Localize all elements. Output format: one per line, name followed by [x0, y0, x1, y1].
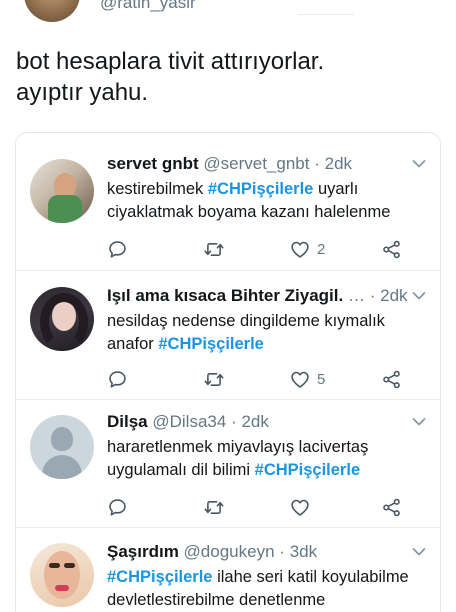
reply-author-name[interactable]: Dilşa: [107, 412, 148, 431]
share-button[interactable]: [381, 367, 402, 391]
share-button[interactable]: [381, 237, 402, 261]
share-icon: [383, 370, 400, 388]
retweet-button[interactable]: [203, 237, 225, 261]
chevron-down-icon[interactable]: [412, 291, 426, 301]
header-divider: [298, 14, 354, 15]
reply-text-line: hararetlenmek miyavlayış lacivertaş: [107, 438, 369, 456]
tweet-text: bot hesaplara tivit attırıyorlar. ayıptı…: [16, 46, 440, 108]
like-count: 5: [317, 370, 326, 388]
author-handle[interactable]: @ratin_yasir: [100, 0, 196, 13]
reply-divider: [16, 270, 440, 271]
reply-icon: [109, 498, 126, 516]
avatar[interactable]: [30, 159, 94, 223]
retweet-button[interactable]: [203, 367, 225, 391]
separator-dot: ·: [231, 412, 237, 431]
heart-icon: [291, 371, 309, 388]
hashtag-link[interactable]: #CHPişçilerle: [255, 461, 360, 479]
reply-divider: [16, 399, 440, 400]
tweet-text-line-2: ayıptır yahu.: [16, 79, 149, 106]
reply-text-line: #CHPişçilerle ilahe seri katil koyulabil…: [107, 568, 409, 586]
like-button[interactable]: 2: [289, 237, 325, 261]
author-avatar[interactable]: [24, 0, 80, 22]
like-button[interactable]: [289, 495, 317, 519]
reply-author-name[interactable]: Işıl ama kısaca Bihter Ziyagil.: [107, 286, 343, 305]
reply-author-handle[interactable]: …: [348, 286, 365, 305]
retweet-icon: [204, 242, 224, 256]
reply-text-line: anafor #CHPişçilerle: [107, 335, 264, 353]
hashtag-link[interactable]: #CHPişçilerle: [158, 335, 263, 353]
separator-dot: ·: [279, 542, 285, 561]
top-header: @ratin_yasir: [0, 0, 456, 30]
avatar[interactable]: [30, 287, 94, 351]
separator-dot: ·: [314, 154, 320, 173]
reply-text-line: devletlestirebilme denetlenme: [107, 591, 326, 609]
reply-text-line: nesildaş nedense dingildeme kıymalık: [107, 312, 385, 330]
reply-text-line: uygulamalı dil bilimi #CHPişçilerle: [107, 461, 361, 479]
separator-dot: ·: [369, 286, 376, 305]
reply-button[interactable]: [107, 237, 128, 261]
reply-timestamp[interactable]: 3dk: [290, 542, 317, 561]
chevron-down-icon[interactable]: [412, 159, 426, 169]
reply-timestamp[interactable]: 2dk: [241, 412, 268, 431]
reply-icon: [109, 370, 126, 388]
reply-text: nesildaş nedense dingildeme kıymalık ana…: [107, 310, 433, 356]
heart-icon: [291, 241, 309, 258]
reply-author-name[interactable]: servet gnbt: [107, 154, 199, 173]
reply-actions: 5: [107, 367, 407, 391]
reply-author-name[interactable]: Şaşırdım: [107, 542, 179, 561]
retweet-icon: [204, 372, 224, 386]
share-button[interactable]: [381, 495, 402, 519]
share-icon: [383, 498, 400, 516]
tweet-text-line-1: bot hesaplara tivit attırıyorlar.: [16, 48, 325, 75]
like-count: 2: [317, 240, 326, 258]
reply-header: Dilşa @Dilsa34 · 2dk: [107, 411, 427, 433]
reply-button[interactable]: [107, 367, 128, 391]
reply-text-line: ciyaklatmak boyama kazanı halelenme: [107, 203, 391, 221]
hashtag-link[interactable]: #CHPişçilerle: [208, 180, 313, 198]
reply-text-line: kestirebilmek #CHPişçilerle uyarlı: [107, 180, 359, 198]
reply-header: Şaşırdım @dogukeyn · 3dk: [107, 541, 427, 563]
reply-author-handle[interactable]: @Dilsa34: [152, 412, 226, 431]
reply-actions: 2: [107, 237, 407, 261]
reply-author-handle[interactable]: @servet_gnbt: [203, 154, 309, 173]
reply-divider: [16, 527, 440, 528]
reply-header: servet gnbt @servet_gnbt · 2dk: [107, 153, 427, 175]
reply-timestamp[interactable]: 2dk: [325, 154, 352, 173]
avatar[interactable]: [30, 415, 94, 479]
reply-header: Işıl ama kısaca Bihter Ziyagil. … · 2dk: [107, 285, 427, 307]
avatar[interactable]: [30, 543, 94, 607]
heart-icon: [291, 499, 309, 516]
reply-button[interactable]: [107, 495, 128, 519]
chevron-down-icon[interactable]: [412, 547, 426, 557]
retweet-button[interactable]: [203, 495, 225, 519]
chevron-down-icon[interactable]: [412, 417, 426, 427]
replies-card: servet gnbt @servet_gnbt · 2dk kestirebi…: [15, 132, 441, 612]
share-icon: [383, 240, 400, 258]
like-button[interactable]: 5: [289, 367, 325, 391]
reply-text: kestirebilmek #CHPişçilerle uyarlı ciyak…: [107, 178, 433, 224]
reply-text: hararetlenmek miyavlayış lacivertaş uygu…: [107, 436, 433, 482]
reply-actions: [107, 495, 407, 519]
reply-timestamp[interactable]: 2dk: [380, 286, 407, 305]
retweet-icon: [204, 500, 224, 514]
reply-icon: [109, 240, 126, 258]
hashtag-link[interactable]: #CHPişçilerle: [107, 568, 212, 586]
reply-text: #CHPişçilerle ilahe seri katil koyulabil…: [107, 566, 433, 612]
reply-author-handle[interactable]: @dogukeyn: [184, 542, 275, 561]
